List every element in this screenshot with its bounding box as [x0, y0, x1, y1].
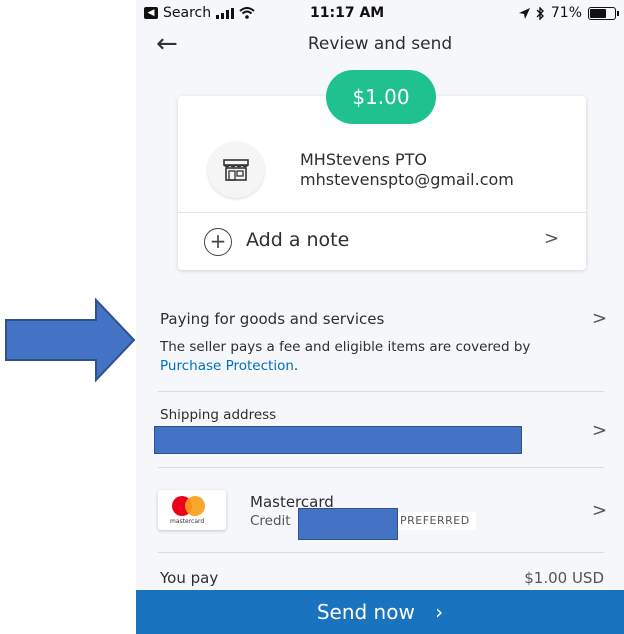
- chevron-right-icon: >: [592, 420, 608, 441]
- bluetooth-icon: [536, 6, 544, 20]
- wifi-icon: [239, 7, 255, 19]
- redacted-address: [154, 426, 522, 454]
- add-note-label: Add a note: [246, 229, 350, 251]
- status-time: 11:17 AM: [310, 5, 385, 21]
- send-now-label: Send now: [316, 600, 415, 624]
- signal-icon: [216, 7, 235, 19]
- purchase-type-title: Paying for goods and services: [160, 310, 385, 328]
- chevron-right-icon: >: [544, 228, 560, 249]
- chevron-right-icon: >: [592, 308, 608, 329]
- chevron-right-icon: >: [592, 500, 608, 521]
- amount-pill[interactable]: $1.00: [326, 70, 436, 124]
- back-app-label[interactable]: Search: [163, 5, 211, 21]
- header: ← Review and send: [136, 26, 624, 66]
- send-now-button[interactable]: Send now ›: [136, 590, 624, 634]
- payee-email: mhstevenspto@gmail.com: [300, 170, 514, 189]
- battery-percent: 71%: [550, 5, 582, 21]
- annotation-arrow-icon: [5, 298, 136, 382]
- you-pay-label: You pay: [160, 569, 219, 587]
- store-icon: [223, 159, 249, 181]
- page-title: Review and send: [307, 34, 453, 54]
- status-bar: ◀ Search 11:17 AM 71%: [136, 0, 624, 26]
- purchase-type-description: The seller pays a fee and eligible items…: [160, 339, 531, 355]
- location-icon: [518, 7, 530, 19]
- mastercard-logo: mastercard: [158, 490, 226, 530]
- divider: [158, 552, 604, 553]
- purchase-protection-line: Purchase Protection.: [160, 358, 298, 374]
- you-pay-amount: $1.00 USD: [524, 569, 604, 587]
- period: .: [293, 358, 299, 374]
- plus-circle-icon: +: [204, 228, 232, 256]
- back-to-app-icon[interactable]: ◀: [144, 7, 158, 19]
- divider: [158, 467, 604, 468]
- battery-icon: [588, 6, 619, 20]
- shipping-label: Shipping address: [160, 407, 277, 423]
- card-type: Credit: [250, 513, 291, 529]
- redacted-card-number: [298, 508, 398, 540]
- payee-name: MHStevens PTO: [300, 150, 427, 169]
- payee-avatar: [208, 142, 264, 198]
- preferred-badge: PREFERRED: [394, 512, 476, 530]
- chevron-right-icon: ›: [435, 600, 444, 624]
- add-note-row[interactable]: + Add a note >: [178, 213, 586, 270]
- purchase-protection-link[interactable]: Purchase Protection: [160, 358, 294, 374]
- divider: [158, 391, 604, 392]
- phone-screen: ◀ Search 11:17 AM 71% ← Review and send …: [136, 0, 624, 634]
- mastercard-logo-text: mastercard: [170, 518, 205, 525]
